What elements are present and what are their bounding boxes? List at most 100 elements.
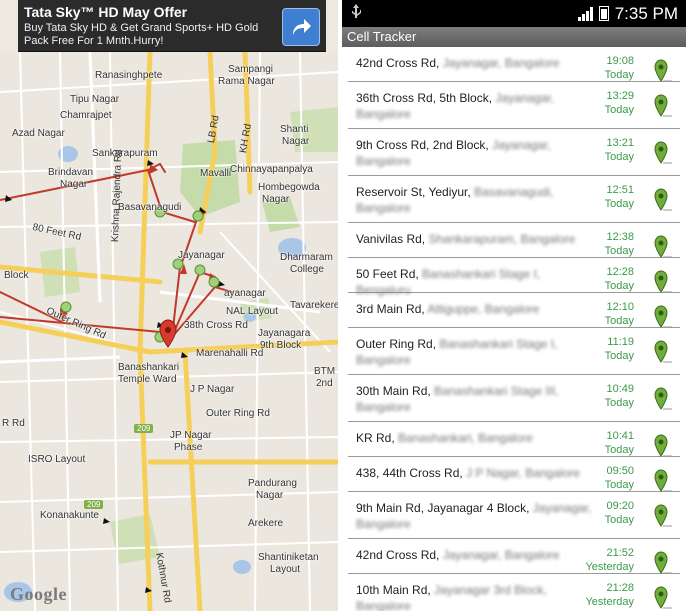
map-pin-icon[interactable] <box>652 432 674 458</box>
location-row[interactable]: 30th Main Rd, Banashankari Stage III, Ba… <box>348 375 680 422</box>
map-label-jp-nagar-phase: Phase <box>174 442 203 453</box>
map-pin-icon[interactable] <box>652 233 674 259</box>
map-pin-icon[interactable] <box>652 584 674 610</box>
map-pin-icon[interactable] <box>652 139 674 165</box>
location-row[interactable]: 3rd Main Rd, Attiguppe, Bangalore 12:10 To… <box>348 293 680 328</box>
map-pin-icon[interactable] <box>652 92 674 118</box>
map-label-jp-nagar: J P Nagar <box>190 384 235 395</box>
map-label-outer-ring-rd-2: Outer Ring Rd <box>206 408 270 419</box>
location-row[interactable]: Outer Ring Rd, Banashankari Stage I, Ban… <box>348 328 680 375</box>
location-time: 13:29 <box>606 90 634 102</box>
status-bar: 7:35 PM <box>342 0 686 27</box>
usb-icon <box>350 4 362 23</box>
map-label-dharmaram: Dharmaram <box>280 252 333 263</box>
map-label-jp-nagar-2: JP Nagar <box>170 430 212 441</box>
location-row[interactable]: Vanivilas Rd, Shankarapuram, Bangalore 12… <box>348 223 680 258</box>
map-label-hombegowda-nagar: Nagar <box>262 194 290 205</box>
map-label-chamrajpet: Chamrajpet <box>60 110 112 121</box>
map-label-hombegowda: Hombegowda <box>258 182 320 193</box>
map-label-marenahalli-rd: Marenahalli Rd <box>196 348 264 359</box>
map-label-ayanagar: ayanagar <box>224 288 266 299</box>
map-label-tipu-nagar: Tipu Nagar <box>70 94 120 105</box>
location-time: 21:52 <box>606 547 634 559</box>
map-pin-icon[interactable] <box>652 303 674 329</box>
map-label-brindavan: Brindavan <box>48 167 94 178</box>
location-time: 13:21 <box>606 137 634 149</box>
map-label-9th-block: 9th Block <box>260 340 302 351</box>
location-address: KR Rd, Banashankari, Bangalore <box>356 430 596 446</box>
map-view[interactable]: Ranasinghpete Sampangi Rama Nagar Tipu N… <box>0 52 338 611</box>
location-row[interactable]: 50 Feet Rd, Banashankari Stage I, Bengal… <box>348 258 680 297</box>
location-detail: J P Nagar, Bangalore <box>466 466 580 480</box>
location-detail: Jayanagar, Bangalore <box>442 56 560 70</box>
highway-badge-209-b: 209 <box>84 500 104 509</box>
location-day: Today <box>604 280 634 292</box>
location-time: 11:19 <box>607 336 634 348</box>
battery-icon <box>598 6 609 21</box>
location-row[interactable]: KR Rd, Banashankari, Bangalore 10:41 Today <box>348 422 680 457</box>
map-label-mavalli: Mavalli <box>200 168 232 179</box>
location-address: 9th Main Rd, Jayanagar 4 Block, Jayanaga… <box>356 500 596 532</box>
map-pin-icon[interactable] <box>652 186 674 212</box>
map-label-rama-nagar: Rama Nagar <box>218 76 275 87</box>
map-label-jayanagar: Jayanagar <box>178 250 225 261</box>
location-row[interactable]: 10th Main Rd, Jayanagar 3rd Block, Banga… <box>348 574 680 611</box>
map-label-nal-layout: NAL Layout <box>226 306 278 317</box>
ad-title: Tata Sky™ HD May Offer <box>24 4 188 20</box>
cell-tracker-screen: 7:35 PM Cell Tracker 42nd Cross Rd, Jaya… <box>342 0 686 611</box>
location-timestamp: 12:10 Today <box>605 300 634 328</box>
location-row[interactable]: 42nd Cross Rd, Jayanagar, Bangalore 21:52… <box>348 539 680 574</box>
map-pin-icon[interactable] <box>652 549 674 575</box>
ad-banner[interactable]: Tata Sky™ HD May Offer Buy Tata Sky HD &… <box>18 0 326 52</box>
location-address: 42nd Cross Rd, Jayanagar, Bangalore <box>356 547 596 563</box>
ad-text: Buy Tata Sky HD & Get Grand Sports+ HD G… <box>24 22 259 47</box>
location-row[interactable]: 42nd Cross Rd, Jayanagar, Bangalore 19:08… <box>348 47 680 82</box>
location-row[interactable]: 36th Cross Rd, 5th Block, Jayanagar, Ban… <box>348 82 680 129</box>
location-street: 438, 44th Cross Rd, <box>356 466 467 480</box>
map-label-isro-layout: ISRO Layout <box>28 454 86 465</box>
location-day: Today <box>604 479 634 491</box>
location-time: 21:28 <box>606 582 634 594</box>
share-arrow-icon[interactable] <box>282 8 320 46</box>
location-row[interactable]: 9th Main Rd, Jayanagar 4 Block, Jayanaga… <box>348 492 680 539</box>
location-street: 50 Feet Rd, <box>356 267 423 281</box>
location-row[interactable]: 9th Cross Rd, 2nd Block, Jayanagar, Bang… <box>348 129 680 176</box>
app-title: Cell Tracker <box>347 29 417 44</box>
app-title-bar: Cell Tracker <box>342 27 686 47</box>
map-label-brindavan-nagar: Nagar <box>60 179 88 190</box>
location-timestamp: 13:21 Today <box>605 136 634 164</box>
location-street: 3rd Main Rd, <box>356 302 428 316</box>
map-label-shanti: Shanti <box>280 124 309 135</box>
location-detail: Attiguppe, Bangalore <box>427 302 540 316</box>
location-street: 9th Cross Rd, 2nd Block, <box>356 138 493 152</box>
location-time: 19:08 <box>606 55 634 67</box>
location-address: Outer Ring Rd, Banashankari Stage I, Ban… <box>356 336 596 368</box>
map-pin-icon[interactable] <box>652 338 674 364</box>
map-pin-icon[interactable] <box>652 467 674 493</box>
location-time: 12:28 <box>606 266 634 278</box>
location-list[interactable]: 42nd Cross Rd, Jayanagar, Bangalore 19:08… <box>342 47 686 611</box>
location-timestamp: 12:38 Today <box>605 230 634 258</box>
map-pin-icon[interactable] <box>652 57 674 83</box>
map-label-azad-nagar: Azad Nagar <box>12 128 65 139</box>
location-time: 12:10 <box>606 301 634 313</box>
location-day: Today <box>604 514 634 526</box>
map-label-jayanagara: Jayanagara <box>258 328 311 339</box>
map-pin-icon[interactable] <box>652 268 674 294</box>
map-pin-icon[interactable] <box>652 385 674 411</box>
location-row[interactable]: 438, 44th Cross Rd, J P Nagar, Bangalore… <box>348 457 680 492</box>
location-timestamp: 09:50 Today <box>605 464 634 492</box>
location-day: Today <box>604 198 634 210</box>
location-street: Reservoir St, Yediyur, <box>356 185 475 199</box>
map-label-banashankari: Banashankari <box>118 362 180 373</box>
map-label-block: Block <box>4 270 29 281</box>
map-pin-icon[interactable] <box>652 502 674 528</box>
location-time: 12:51 <box>606 184 634 196</box>
location-address: 30th Main Rd, Banashankari Stage III, Ba… <box>356 383 596 415</box>
location-day: Yesterday <box>585 561 634 573</box>
location-address: 438, 44th Cross Rd, J P Nagar, Bangalore <box>356 465 596 481</box>
map-label-basavanagudi: Basavanagudi <box>118 202 182 213</box>
location-timestamp: 12:28 Today <box>605 265 634 293</box>
google-logo: Google <box>10 584 67 604</box>
location-row[interactable]: Reservoir St, Yediyur, Basavanagudi, Ban… <box>348 176 680 223</box>
